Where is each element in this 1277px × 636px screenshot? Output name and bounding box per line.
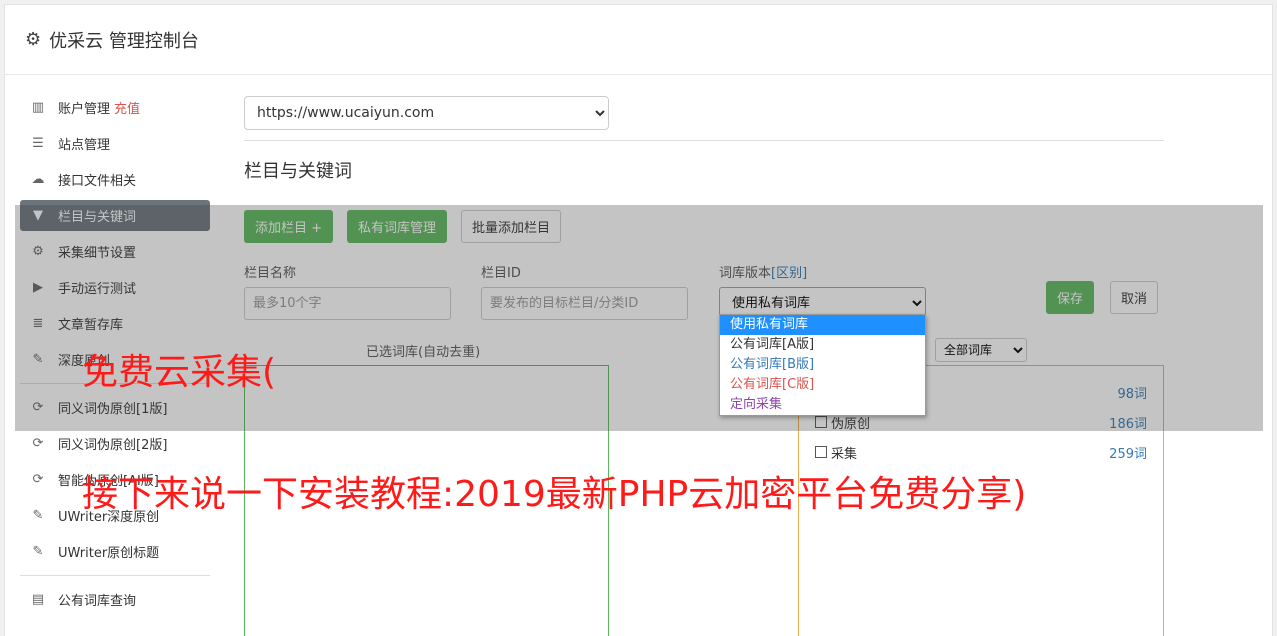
sidebar-divider xyxy=(20,575,210,576)
sidebar-item-interface-files[interactable]: ☁ 接口文件相关 xyxy=(20,164,210,195)
lib-count: 259词 xyxy=(1109,446,1147,462)
edit-icon: ✎ xyxy=(32,544,44,559)
server-icon: ☰ xyxy=(32,136,44,151)
sidebar-item-label: 公有词库查询 xyxy=(58,594,137,609)
site-select[interactable]: https://www.ucaiyun.com xyxy=(244,96,609,130)
dropdown-option[interactable]: 使用私有词库 xyxy=(720,315,925,335)
dropdown-option[interactable]: 公有词库[C版] xyxy=(720,375,925,395)
sidebar-item-label: 账户管理 xyxy=(58,102,111,117)
sidebar-item-label: 接口文件相关 xyxy=(58,174,137,189)
dropdown-option[interactable]: 公有词库[B版] xyxy=(720,355,925,375)
sidebar-item-account[interactable]: ▥ 账户管理 充值 xyxy=(20,92,210,123)
sidebar-item-sites[interactable]: ☰ 站点管理 xyxy=(20,128,210,159)
sidebar-item-uwriter-title[interactable]: ✎ UWriter原创标题 xyxy=(20,536,210,567)
overlay-caption-line1: 免费云采集( xyxy=(82,352,277,393)
dim-overlay xyxy=(15,205,1263,431)
lib-version-dropdown: 使用私有词库 公有词库[A版] 公有词库[B版] 公有词库[C版] 定向采集 xyxy=(719,314,926,416)
lib-name: 采集 xyxy=(831,446,858,462)
main-content: https://www.ucaiyun.com 栏目与关键词 添加栏目 + 私有… xyxy=(244,96,1164,320)
divider xyxy=(244,140,1164,141)
edit-icon: ✎ xyxy=(32,508,44,523)
refresh-icon: ⟳ xyxy=(32,436,44,451)
page-title: 优采云 管理控制台 xyxy=(49,30,199,52)
sidebar-item-label: 站点管理 xyxy=(58,138,111,153)
lib-row-label: 采集 xyxy=(815,443,857,462)
section-title: 栏目与关键词 xyxy=(244,161,352,182)
sidebar-item-label: UWriter原创标题 xyxy=(58,546,160,561)
header: ⚙ 优采云 管理控制台 xyxy=(5,5,1272,75)
lib-row[interactable]: 采集 259词 xyxy=(815,442,1147,462)
recharge-link[interactable]: 充值 xyxy=(114,98,140,117)
gear-icon: ⚙ xyxy=(25,29,42,50)
bar-chart-icon: ▥ xyxy=(31,100,45,115)
dropdown-option[interactable]: 定向采集 xyxy=(720,395,925,415)
sidebar-item-label: 同义词伪原创[2版] xyxy=(58,438,168,453)
lib-checkbox[interactable] xyxy=(815,446,827,458)
overlay-caption-line2: 接下来说一下安装教程:2019最新PHP云加密平台免费分享) xyxy=(82,474,1027,515)
book-icon: ▤ xyxy=(31,592,45,607)
refresh-icon: ⟳ xyxy=(32,472,44,487)
sidebar-item-public-lib-query[interactable]: ▤ 公有词库查询 xyxy=(20,584,210,615)
sidebar-item-synonym-v2[interactable]: ⟳ 同义词伪原创[2版] xyxy=(20,428,210,459)
cloud-upload-icon: ☁ xyxy=(31,172,45,187)
dropdown-option[interactable]: 公有词库[A版] xyxy=(720,335,925,355)
